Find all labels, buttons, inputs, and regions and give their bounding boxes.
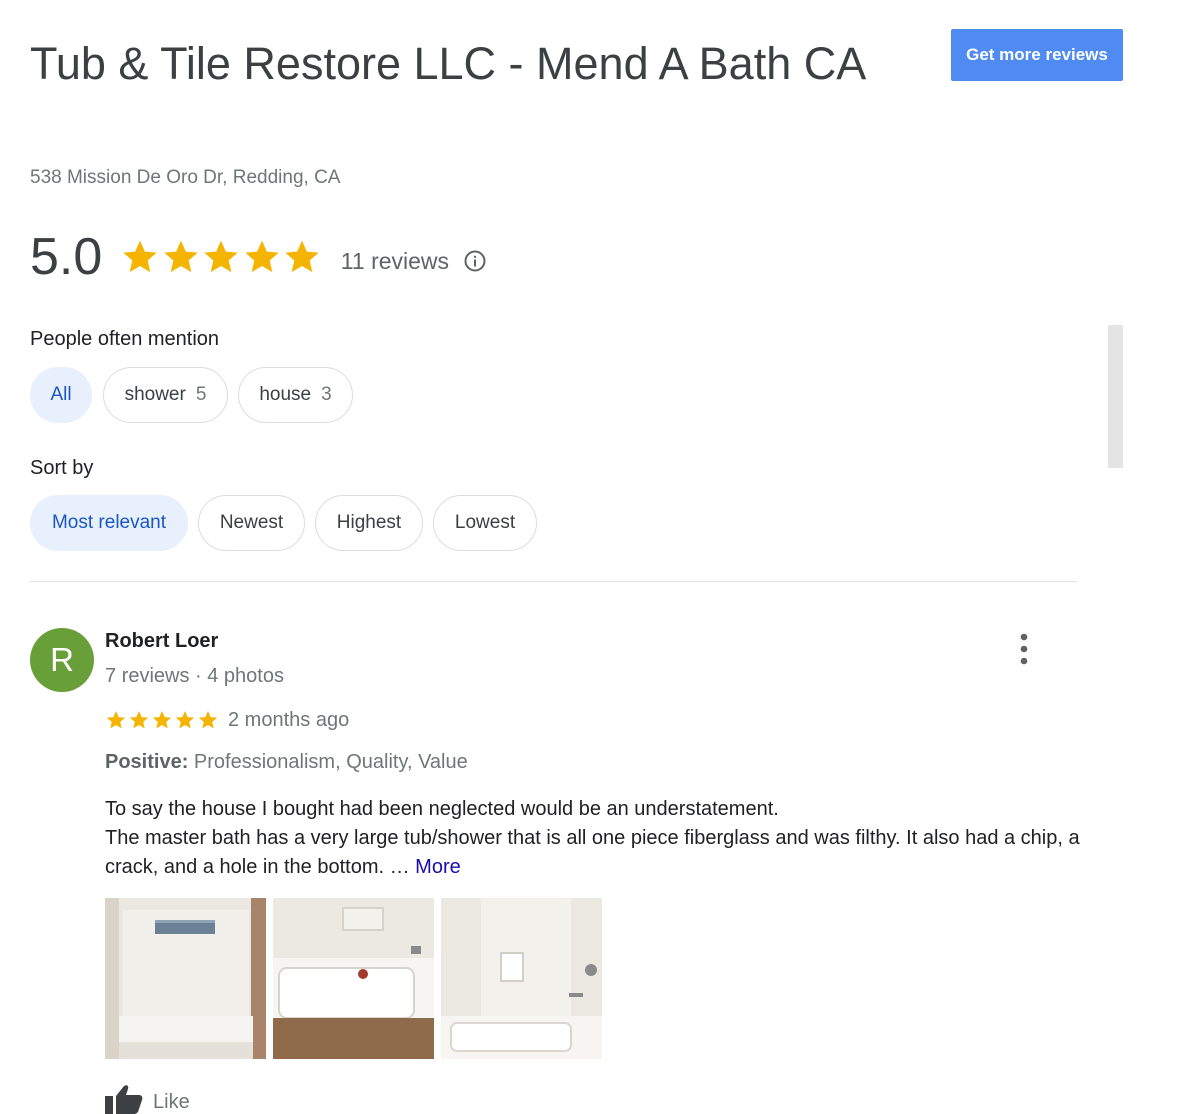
star-icon — [245, 240, 279, 273]
review-count: 11 reviews — [340, 247, 450, 274]
mention-chip-house[interactable]: house 3 — [238, 367, 353, 423]
review-photo[interactable] — [441, 898, 602, 1059]
review-text-line: To say the house I bought had been negle… — [105, 798, 779, 820]
mention-chip-all[interactable]: All — [30, 367, 92, 423]
star-icon — [152, 711, 172, 729]
sort-lowest[interactable]: Lowest — [433, 495, 537, 551]
like-label: Like — [153, 1091, 190, 1113]
business-name: Tub & Tile Restore LLC - Mend A Bath CA — [30, 38, 867, 89]
star-icon — [164, 240, 198, 273]
divider — [30, 581, 1077, 582]
positive-attributes: Positive: Professionalism, Quality, Valu… — [105, 751, 468, 774]
reviewer-meta: 7 reviews · 4 photos — [105, 665, 284, 687]
chip-label: Most relevant — [51, 512, 167, 533]
like-button[interactable]: Like — [105, 1084, 190, 1114]
get-more-reviews-button[interactable]: Get more reviews — [951, 29, 1123, 81]
star-icon — [198, 711, 218, 729]
rating-summary: 5.0 11 reviews — [30, 222, 487, 292]
info-icon[interactable] — [463, 249, 487, 273]
avatar[interactable]: R — [30, 628, 94, 692]
star-icon — [129, 711, 149, 729]
star-icon — [123, 240, 157, 273]
star-icon — [285, 240, 319, 273]
sort-newest[interactable]: Newest — [198, 495, 305, 551]
review-stars — [105, 709, 220, 731]
chip-label: shower — [124, 384, 186, 405]
review-photo[interactable] — [105, 898, 266, 1059]
star-icon — [106, 711, 126, 729]
review-text-line: The master bath has a very large tub/sho… — [105, 827, 1080, 878]
sort-most-relevant[interactable]: Most relevant — [30, 495, 188, 551]
review-photo[interactable] — [273, 898, 434, 1059]
mentions-label: People often mention — [30, 328, 220, 350]
sort-highest[interactable]: Highest — [315, 495, 423, 551]
review-text: To say the house I bought had been negle… — [105, 795, 1085, 882]
mention-chip-shower[interactable]: shower 5 — [103, 367, 228, 423]
chip-count: 5 — [195, 384, 207, 405]
more-link[interactable]: More — [415, 856, 461, 878]
star-icon — [175, 711, 195, 729]
sort-label: Sort by — [30, 457, 94, 479]
review-date: 2 months ago — [228, 709, 350, 731]
reviewer-name[interactable]: Robert Loer — [105, 630, 218, 653]
chip-count: 3 — [321, 384, 332, 405]
rating-stars — [120, 237, 323, 277]
more-options-icon[interactable] — [1011, 632, 1037, 666]
chip-label: All — [50, 384, 72, 405]
rating-score: 5.0 — [30, 228, 103, 286]
chip-label: house — [259, 384, 312, 405]
star-icon — [204, 240, 238, 273]
chip-label: Highest — [336, 512, 402, 533]
chip-label: Lowest — [454, 512, 516, 533]
scrollbar-thumb[interactable] — [1108, 325, 1123, 468]
positive-values: Professionalism, Quality, Value — [193, 751, 468, 773]
thumbs-up-icon — [105, 1085, 143, 1114]
positive-label: Positive: — [105, 751, 189, 773]
chip-label: Newest — [219, 512, 284, 533]
business-address: 538 Mission De Oro Dr, Redding, CA — [30, 167, 341, 188]
